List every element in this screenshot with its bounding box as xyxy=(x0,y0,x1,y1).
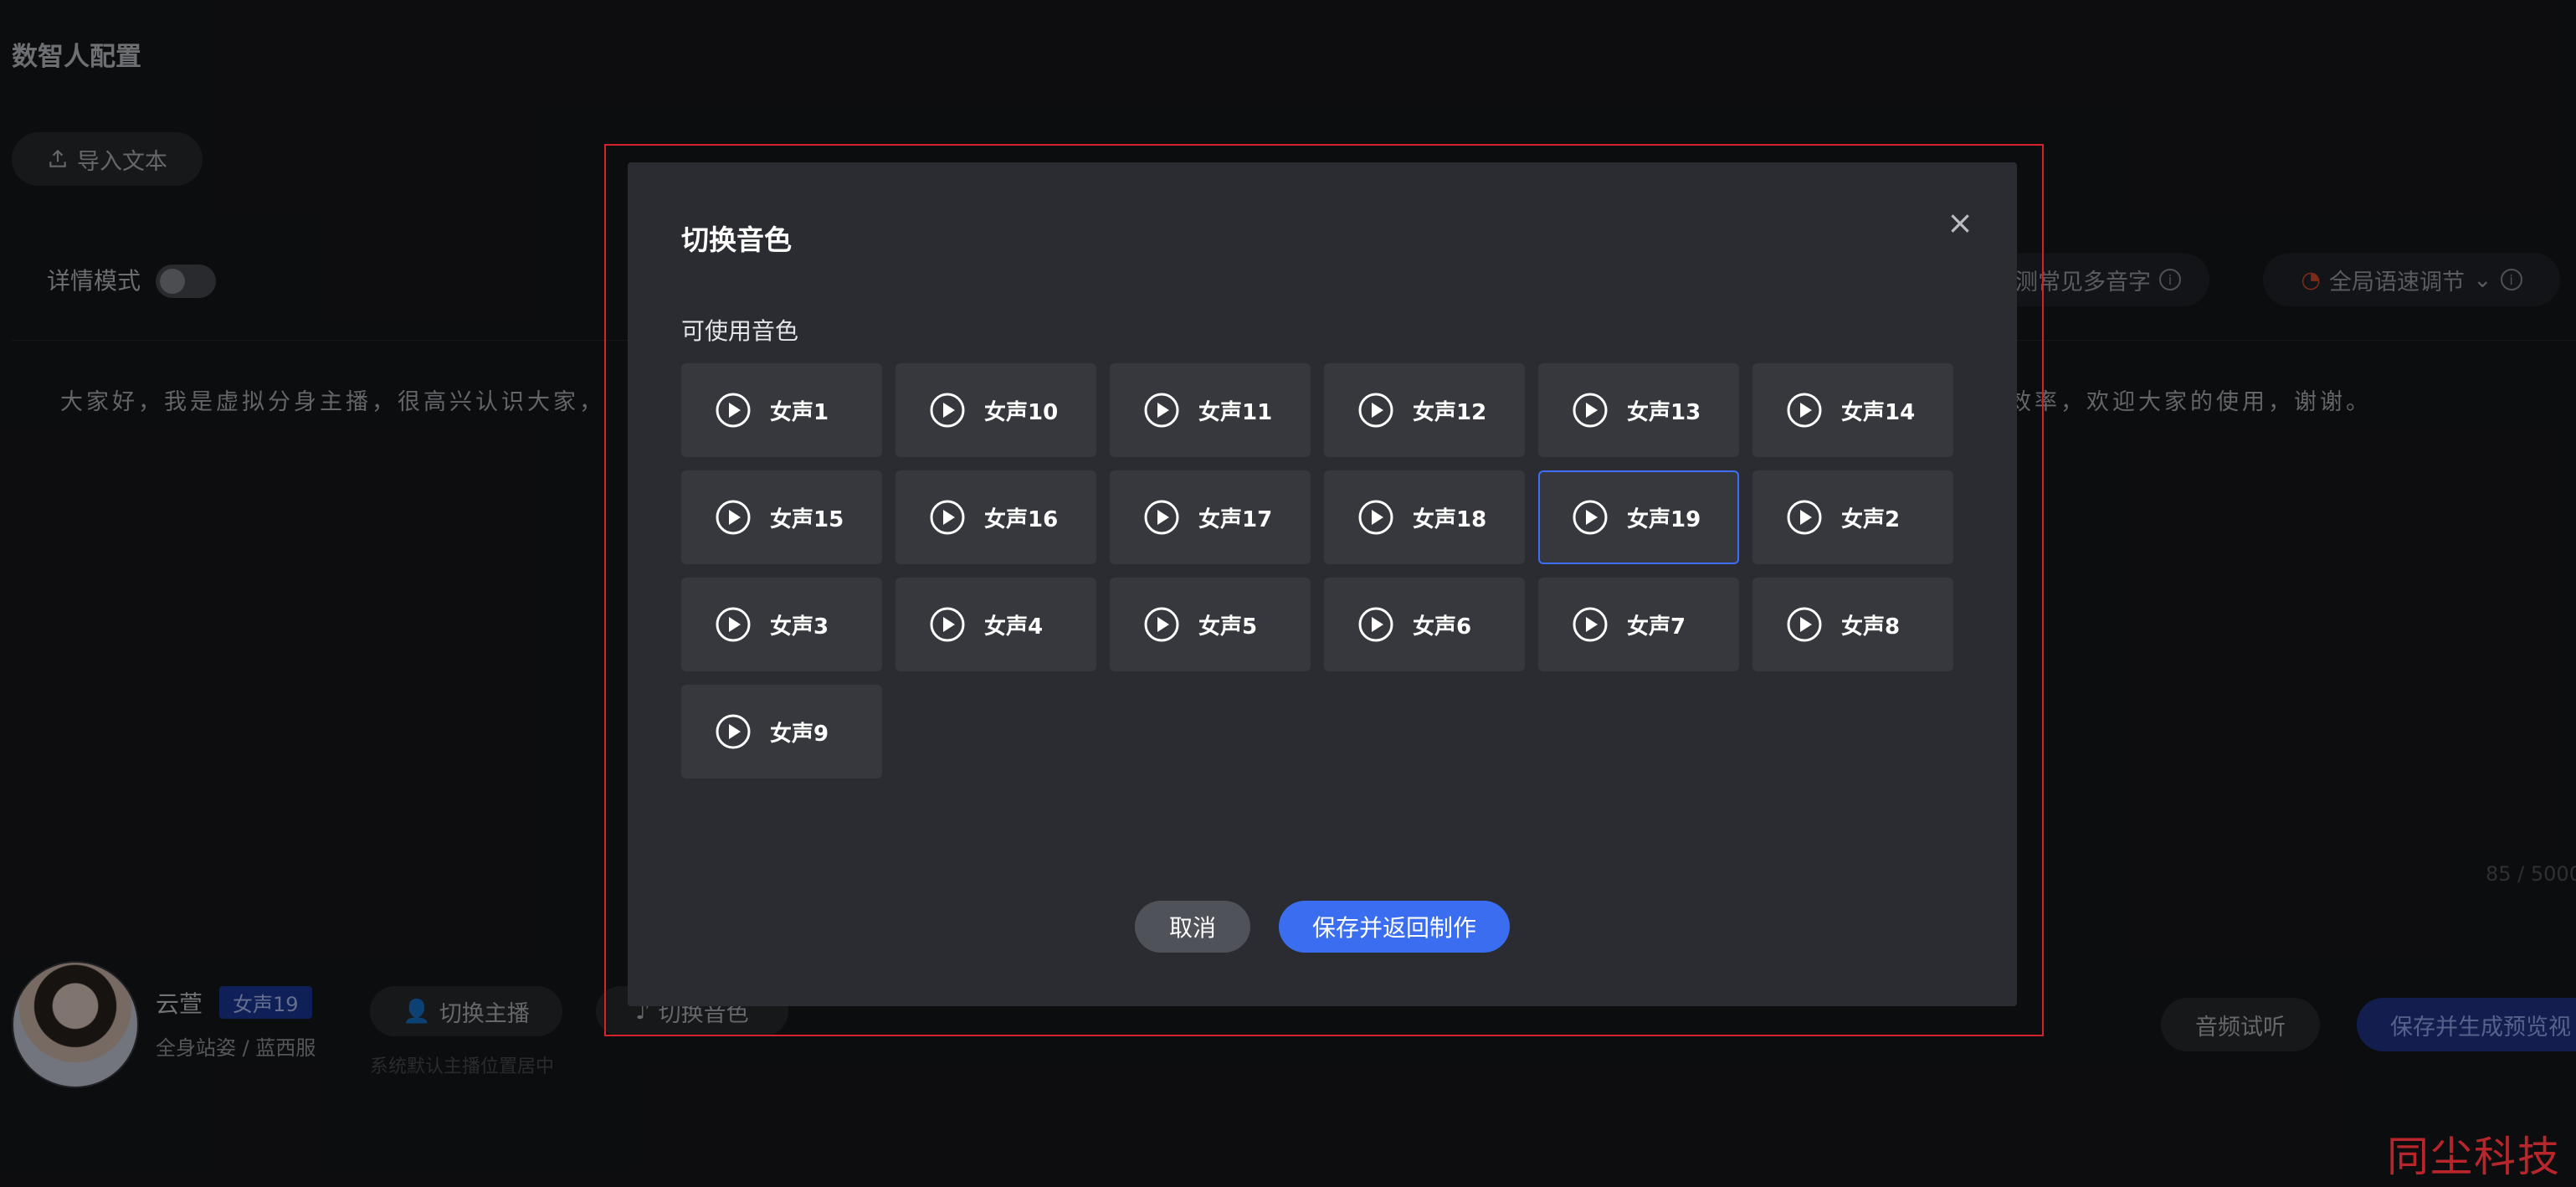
voice-label: 女声9 xyxy=(770,721,829,747)
voice-label: 女声6 xyxy=(1413,614,1472,640)
voice-label: 女声3 xyxy=(770,614,829,640)
voice-card[interactable]: 女声6 xyxy=(1324,578,1525,671)
save-return-button[interactable]: 保存并返回制作 xyxy=(1279,901,1510,953)
voice-card[interactable]: 女声9 xyxy=(681,685,882,778)
voice-card[interactable]: 女声18 xyxy=(1324,470,1525,564)
play-icon[interactable] xyxy=(715,392,752,429)
play-icon[interactable] xyxy=(1143,392,1180,429)
voice-label: 女声1 xyxy=(770,399,829,425)
voice-card[interactable]: 女声8 xyxy=(1752,578,1953,671)
voice-card[interactable]: 女声17 xyxy=(1110,470,1311,564)
modal-title: 切换音色 xyxy=(681,224,792,256)
voice-card[interactable]: 女声10 xyxy=(895,363,1096,457)
play-icon[interactable] xyxy=(1143,606,1180,643)
voice-card[interactable]: 女声16 xyxy=(895,470,1096,564)
voice-label: 女声17 xyxy=(1198,506,1273,532)
play-icon[interactable] xyxy=(929,499,966,536)
play-icon[interactable] xyxy=(1786,606,1823,643)
voice-card[interactable]: 女声19 xyxy=(1538,470,1739,564)
play-icon[interactable] xyxy=(715,606,752,643)
play-icon[interactable] xyxy=(715,499,752,536)
voice-label: 女声10 xyxy=(984,399,1059,425)
voice-card[interactable]: 女声11 xyxy=(1110,363,1311,457)
play-icon[interactable] xyxy=(1357,392,1394,429)
voice-label: 女声5 xyxy=(1198,614,1258,640)
voice-label: 女声7 xyxy=(1627,614,1686,640)
voice-card[interactable]: 女声14 xyxy=(1752,363,1953,457)
voice-label: 女声14 xyxy=(1841,399,1916,425)
voice-label: 女声8 xyxy=(1841,614,1901,640)
voice-label: 女声12 xyxy=(1413,399,1487,425)
play-icon[interactable] xyxy=(1572,499,1609,536)
play-icon[interactable] xyxy=(1572,606,1609,643)
voice-label: 女声13 xyxy=(1627,399,1701,425)
switch-voice-modal: 切换音色 × 可使用音色 女声1 女声10 女声11 女声12 女声13 女声14 女声15… xyxy=(628,162,2017,1006)
play-icon[interactable] xyxy=(1786,499,1823,536)
play-icon[interactable] xyxy=(1357,499,1394,536)
play-icon[interactable] xyxy=(1143,499,1180,536)
voice-label: 女声15 xyxy=(770,506,844,532)
voice-label: 女声19 xyxy=(1627,506,1701,532)
voice-card[interactable]: 女声7 xyxy=(1538,578,1739,671)
play-icon[interactable] xyxy=(1357,606,1394,643)
voice-label: 女声18 xyxy=(1413,506,1487,532)
voice-label: 女声2 xyxy=(1841,506,1901,532)
voice-card[interactable]: 女声5 xyxy=(1110,578,1311,671)
watermark: 同尘科技 xyxy=(2387,1133,2561,1181)
voice-card[interactable]: 女声2 xyxy=(1752,470,1953,564)
voice-card[interactable]: 女声15 xyxy=(681,470,882,564)
available-voices-label: 可使用音色 xyxy=(681,317,799,345)
voice-card[interactable]: 女声1 xyxy=(681,363,882,457)
voice-grid: 女声1 女声10 女声11 女声12 女声13 女声14 女声15 女声16 女声17 女声18 女… xyxy=(681,363,1958,778)
play-icon[interactable] xyxy=(1786,392,1823,429)
close-icon[interactable]: × xyxy=(1943,206,1977,239)
play-icon[interactable] xyxy=(715,713,752,750)
play-icon[interactable] xyxy=(929,392,966,429)
voice-card[interactable]: 女声3 xyxy=(681,578,882,671)
play-icon[interactable] xyxy=(929,606,966,643)
voice-card[interactable]: 女声4 xyxy=(895,578,1096,671)
voice-label: 女声16 xyxy=(984,506,1059,532)
voice-card[interactable]: 女声12 xyxy=(1324,363,1525,457)
cancel-button[interactable]: 取消 xyxy=(1135,901,1250,953)
play-icon[interactable] xyxy=(1572,392,1609,429)
voice-label: 女声11 xyxy=(1198,399,1273,425)
voice-card[interactable]: 女声13 xyxy=(1538,363,1739,457)
voice-label: 女声4 xyxy=(984,614,1044,640)
